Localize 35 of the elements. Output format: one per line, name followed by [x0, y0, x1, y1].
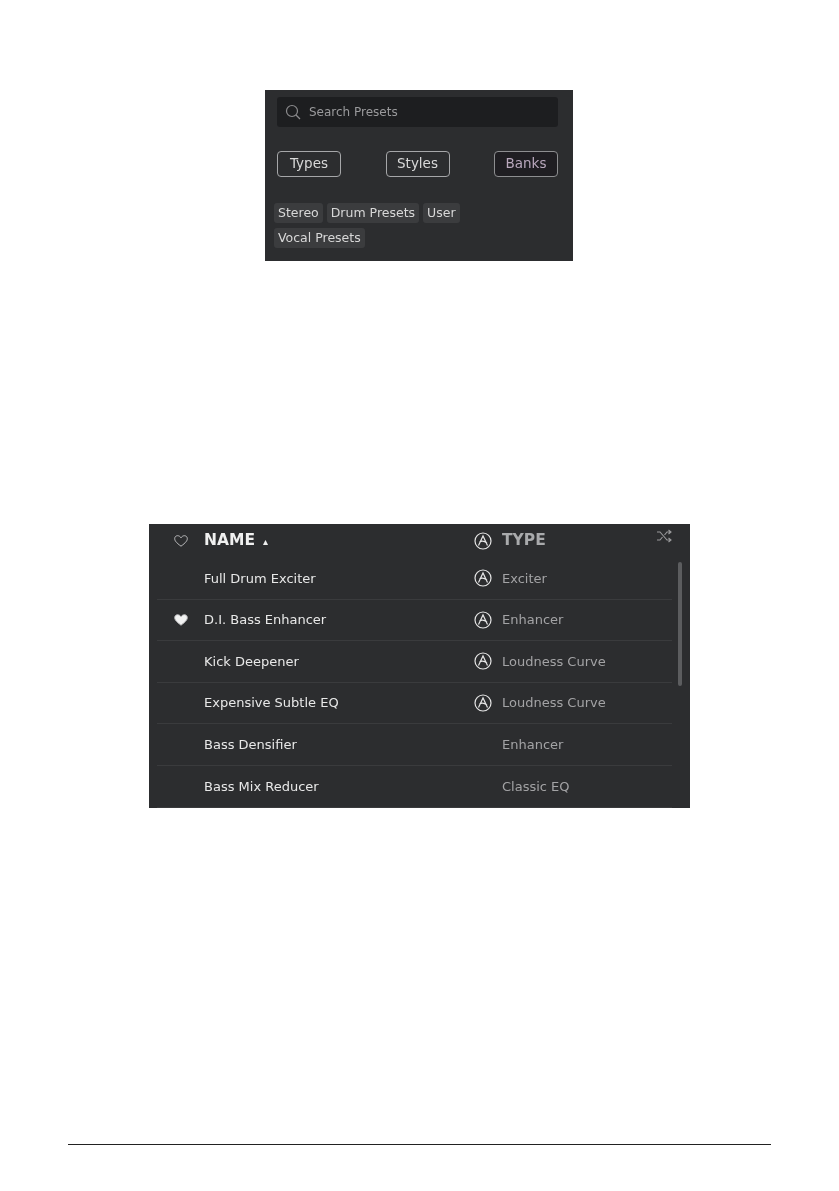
column-header[interactable]: TYPE — [502, 529, 546, 553]
preset-row[interactable]: Bass Densifier Enhancer — [157, 724, 672, 766]
shuffle-icon[interactable] — [656, 529, 672, 544]
heart-icon[interactable] — [173, 613, 188, 626]
filter-button[interactable]: Styles — [385, 151, 450, 177]
filter-button[interactable]: Types — [277, 151, 341, 177]
preset-type: Exciter — [502, 570, 547, 586]
scrollbar[interactable] — [678, 562, 682, 686]
a-logo-icon — [474, 532, 492, 550]
preset-name: D.I. Bass Enhancer — [204, 612, 327, 628]
filter-tag[interactable]: Stereo — [274, 203, 323, 223]
preset-type: Loudness Curve — [502, 695, 606, 711]
preset-type: Enhancer — [502, 736, 564, 752]
filter-tag[interactable]: User — [423, 203, 460, 223]
filter-button[interactable]: Banks — [494, 151, 558, 177]
preset-name: Expensive Subtle EQ — [204, 695, 339, 711]
preset-name: Bass Mix Reducer — [204, 778, 319, 794]
column-header[interactable]: NAME — [204, 529, 255, 553]
search-field[interactable]: Search Presets — [277, 97, 558, 127]
filter-tag[interactable]: Drum Presets — [326, 203, 420, 223]
preset-row[interactable]: Expensive Subtle EQ Loudness Curve — [157, 682, 672, 725]
preset-row[interactable]: D.I. Bass Enhancer Enhancer — [157, 599, 672, 642]
filter-tag[interactable]: Vocal Presets — [274, 228, 365, 248]
preset-type: Loudness Curve — [502, 653, 606, 669]
heart-outline-icon[interactable] — [173, 535, 188, 547]
preset-row[interactable]: Kick Deepener Loudness Curve — [157, 641, 672, 683]
preset-type: Enhancer — [502, 612, 564, 628]
preset-type: Classic EQ — [502, 778, 570, 794]
preset-name: Kick Deepener — [204, 653, 299, 669]
sort-caret-icon[interactable]: ▴ — [263, 533, 268, 549]
search-icon — [285, 104, 301, 120]
preset-name: Bass Densifier — [204, 736, 297, 752]
preset-row[interactable]: Full Drum Exciter Exciter — [157, 558, 672, 600]
preset-name: Full Drum Exciter — [204, 570, 316, 586]
preset-row[interactable]: Bass Mix Reducer Classic EQ — [157, 765, 672, 808]
